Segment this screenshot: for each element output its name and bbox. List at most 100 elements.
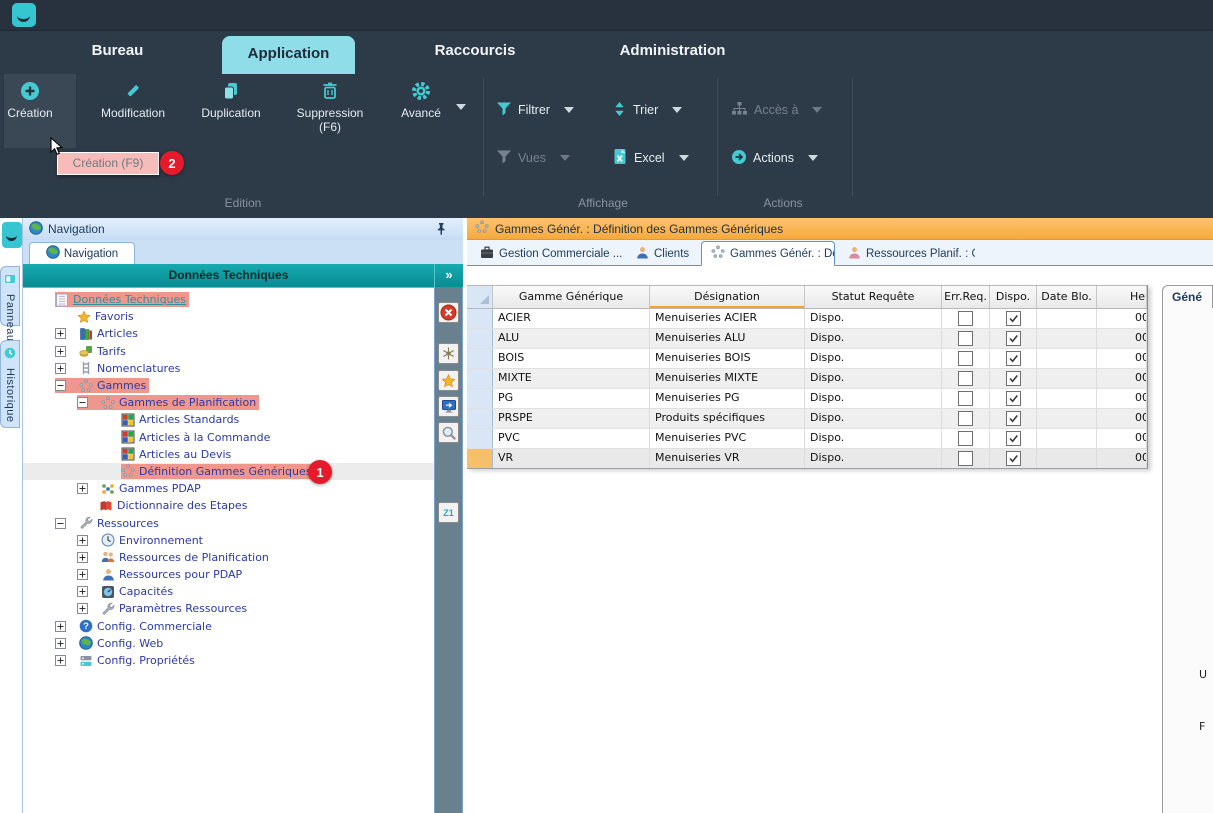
- checkbox-unchecked[interactable]: [958, 311, 973, 326]
- expand-toggle-plus[interactable]: [55, 346, 66, 357]
- panel-logo-icon[interactable]: [2, 222, 22, 248]
- tree-item[interactable]: Ressources de Planification: [23, 549, 434, 566]
- side-tab-historique[interactable]: Historique: [0, 340, 20, 428]
- column-header-1[interactable]: Gamme Générique: [493, 286, 650, 308]
- duplication-button[interactable]: Duplication: [189, 78, 273, 120]
- creation-button[interactable]: Création: [0, 78, 60, 120]
- filtrer-caret-icon[interactable]: [564, 107, 574, 113]
- tree-item[interactable]: Capacités: [23, 583, 434, 600]
- trier-button[interactable]: Trier: [612, 98, 708, 122]
- tree-item[interactable]: Nomenclatures: [23, 360, 434, 377]
- column-header-5[interactable]: Dispo.: [990, 286, 1037, 308]
- expand-toggle-plus[interactable]: [55, 363, 66, 374]
- doc-tab-1[interactable]: Gestion Commerciale ...: [471, 242, 623, 265]
- checkbox-checked[interactable]: [1006, 311, 1021, 326]
- checkbox-checked[interactable]: [1006, 351, 1021, 366]
- checkbox-checked[interactable]: [1006, 411, 1021, 426]
- checkbox-unchecked[interactable]: [958, 331, 973, 346]
- row-selector[interactable]: [467, 449, 493, 468]
- side-tab-panneaux[interactable]: Panneaux: [0, 266, 20, 326]
- tree-item[interactable]: Config. Web: [23, 635, 434, 652]
- checkbox-unchecked[interactable]: [958, 371, 973, 386]
- row-selector[interactable]: [467, 409, 493, 428]
- checkbox-unchecked[interactable]: [958, 451, 973, 466]
- avance-button[interactable]: Avancé: [390, 78, 452, 120]
- table-row[interactable]: VRMenuiseries VRDispo.00: [467, 449, 1147, 469]
- filtrer-button[interactable]: Filtrer: [496, 98, 600, 122]
- row-selector[interactable]: [467, 369, 493, 388]
- expand-toggle-plus[interactable]: [77, 603, 88, 614]
- tree-item[interactable]: Gammes de Planification: [23, 394, 434, 411]
- pin-icon[interactable]: [435, 222, 447, 238]
- app-logo-icon[interactable]: [12, 3, 36, 27]
- expand-toggle-plus[interactable]: [77, 586, 88, 597]
- expand-toggle-plus[interactable]: [55, 655, 66, 666]
- doc-tab-4[interactable]: Ressources Planif. : Ge...: [839, 242, 975, 265]
- row-selector[interactable]: [467, 389, 493, 408]
- checkbox-checked[interactable]: [1006, 431, 1021, 446]
- column-header-2[interactable]: Désignation: [650, 286, 805, 308]
- expand-toggle-plus[interactable]: [55, 621, 66, 632]
- tab-navigation[interactable]: Navigation: [29, 242, 135, 264]
- column-header-4[interactable]: Err.Req.: [942, 286, 990, 308]
- excel-caret-icon[interactable]: [679, 155, 689, 161]
- column-header-3[interactable]: Statut Requête: [805, 286, 942, 308]
- tree-item[interactable]: Définition Gammes Génériques: [23, 463, 434, 480]
- expand-toggle-minus[interactable]: [55, 518, 66, 529]
- actions-button[interactable]: Actions: [731, 146, 835, 170]
- tree-item[interactable]: Données Techniques: [23, 291, 434, 308]
- close-red-button[interactable]: [438, 302, 459, 323]
- collapse-panel-button[interactable]: »: [434, 264, 463, 287]
- zoom-z1-button[interactable]: Z1: [438, 502, 459, 523]
- tree-item[interactable]: Articles Standards: [23, 411, 434, 428]
- tree-item[interactable]: Environnement: [23, 532, 434, 549]
- tree-item[interactable]: Dictionnaire des Etapes: [23, 497, 434, 514]
- tree-item[interactable]: Config. Propriétés: [23, 652, 434, 669]
- table-row[interactable]: BOISMenuiseries BOISDispo.00: [467, 349, 1147, 369]
- checkbox-unchecked[interactable]: [958, 391, 973, 406]
- table-row[interactable]: ACIERMenuiseries ACIERDispo.00: [467, 309, 1147, 329]
- checkbox-checked[interactable]: [1006, 371, 1021, 386]
- row-selector[interactable]: [467, 429, 493, 448]
- checkbox-checked[interactable]: [1006, 391, 1021, 406]
- actions-caret-icon[interactable]: [808, 155, 818, 161]
- tree-item[interactable]: ?Config. Commerciale: [23, 618, 434, 635]
- row-selector[interactable]: [467, 349, 493, 368]
- doc-tab-2[interactable]: Clients: [627, 242, 697, 265]
- checkbox-unchecked[interactable]: [958, 411, 973, 426]
- column-header-7[interactable]: Heu: [1097, 286, 1147, 308]
- expand-toggle-minus[interactable]: [55, 380, 66, 391]
- table-row[interactable]: PRSPEProduits spécifiquesDispo.00: [467, 409, 1147, 429]
- monitor-button[interactable]: [438, 396, 459, 417]
- checkbox-checked[interactable]: [1006, 331, 1021, 346]
- select-all-corner[interactable]: [467, 286, 493, 308]
- tree-item[interactable]: Tarifs: [23, 343, 434, 360]
- vues-button[interactable]: Vues: [496, 146, 600, 170]
- table-row[interactable]: MIXTEMenuiseries MIXTEDispo.00: [467, 369, 1147, 389]
- menu-tab-administration[interactable]: Administration: [585, 30, 760, 74]
- checkbox-unchecked[interactable]: [958, 431, 973, 446]
- tree-item[interactable]: Articles au Devis: [23, 446, 434, 463]
- expand-toggle-plus[interactable]: [77, 552, 88, 563]
- column-header-6[interactable]: Date Blo.: [1037, 286, 1097, 308]
- checkbox-checked[interactable]: [1006, 451, 1021, 466]
- row-selector[interactable]: [467, 329, 493, 348]
- table-row[interactable]: PVCMenuiseries PVCDispo.00: [467, 429, 1147, 449]
- excel-button[interactable]: Excel: [612, 146, 708, 170]
- table-row[interactable]: PGMenuiseries PGDispo.00: [467, 389, 1147, 409]
- tree-item[interactable]: Gammes: [23, 377, 434, 394]
- tree-item[interactable]: Articles: [23, 325, 434, 342]
- tree-item[interactable]: Favoris: [23, 308, 434, 325]
- avance-caret-icon[interactable]: [456, 104, 466, 110]
- expand-toggle-plus[interactable]: [55, 328, 66, 339]
- row-selector[interactable]: [467, 309, 493, 328]
- table-row[interactable]: ALUMenuiseries ALUDispo.00: [467, 329, 1147, 349]
- tab-general[interactable]: Géné: [1162, 285, 1213, 308]
- expand-toggle-plus[interactable]: [55, 638, 66, 649]
- search-button[interactable]: [438, 422, 459, 443]
- checkbox-unchecked[interactable]: [958, 351, 973, 366]
- expand-toggle-plus[interactable]: [77, 535, 88, 546]
- expand-toggle-plus[interactable]: [77, 569, 88, 580]
- snowflake-button[interactable]: [438, 343, 459, 364]
- menu-tab-raccourcis[interactable]: Raccourcis: [400, 30, 550, 74]
